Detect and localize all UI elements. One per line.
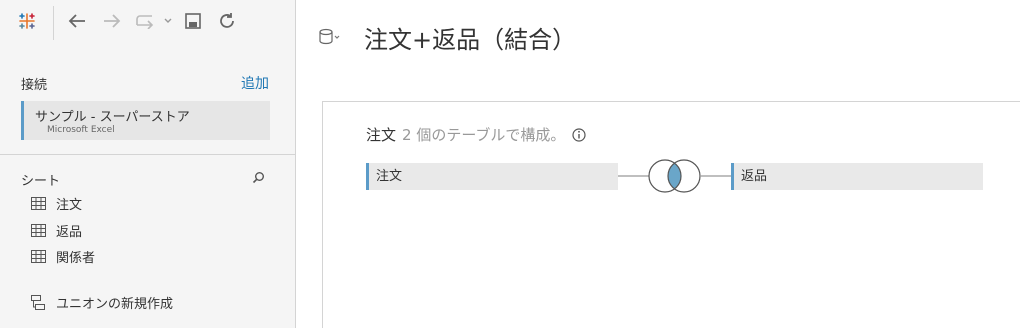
union-icon [31, 295, 45, 310]
table-icon [31, 223, 46, 237]
toolbar-separator [53, 6, 54, 40]
left-table-box[interactable]: 注文 [366, 163, 618, 190]
sheet-item-label: 返品 [56, 224, 83, 240]
sheet-item-label: 注文 [56, 197, 83, 213]
sidebar: 接続 追加 サンプル - スーパーストア Microsoft Excel シート… [0, 0, 296, 328]
sheet-item-label: 関係者 [56, 250, 96, 266]
right-table-label: 返品 [741, 169, 768, 184]
dropdown-caret-icon[interactable] [163, 10, 173, 32]
tableau-logo-icon[interactable] [16, 10, 38, 32]
table-icon [31, 249, 46, 263]
canvas-caption: 注文 2 個のテーブルで構成。 [366, 124, 587, 145]
redo-icon[interactable] [134, 10, 158, 32]
caption-table-name: 注文 [366, 126, 397, 144]
right-table-box[interactable]: 返品 [731, 163, 983, 190]
toolbar [0, 0, 296, 44]
new-union-label: ユニオンの新規作成 [56, 297, 174, 312]
sheet-item-people[interactable]: 関係者 [31, 246, 95, 266]
forward-arrow-icon[interactable] [101, 10, 123, 32]
connections-header: 接続 [21, 78, 48, 93]
sidebar-divider [0, 154, 296, 155]
sheets-header: シート [21, 174, 61, 189]
back-arrow-icon[interactable] [66, 10, 88, 32]
connection-item[interactable]: サンプル - スーパーストア Microsoft Excel [21, 101, 270, 140]
connection-type: Microsoft Excel [47, 125, 115, 135]
info-icon[interactable] [572, 127, 587, 142]
add-connection-link[interactable]: 追加 [241, 73, 269, 93]
refresh-icon[interactable] [216, 10, 238, 32]
join-indicator[interactable] [618, 158, 731, 198]
table-icon [31, 196, 46, 210]
caption-description: 2 個のテーブルで構成。 [402, 126, 566, 144]
join-canvas: 注文 2 個のテーブルで構成。 注文 返品 [322, 101, 1020, 328]
new-union-button[interactable]: ユニオンの新規作成 [31, 293, 173, 312]
search-icon[interactable] [252, 169, 265, 188]
datasource-title[interactable]: 注文+返品（結合） [364, 20, 576, 55]
sheet-item-orders[interactable]: 注文 [31, 193, 82, 213]
datasource-icon[interactable] [318, 28, 340, 46]
sheet-item-returns[interactable]: 返品 [31, 220, 82, 240]
left-table-label: 注文 [376, 169, 403, 184]
save-icon[interactable] [182, 10, 204, 32]
connection-name: サンプル - スーパーストア [35, 110, 190, 125]
